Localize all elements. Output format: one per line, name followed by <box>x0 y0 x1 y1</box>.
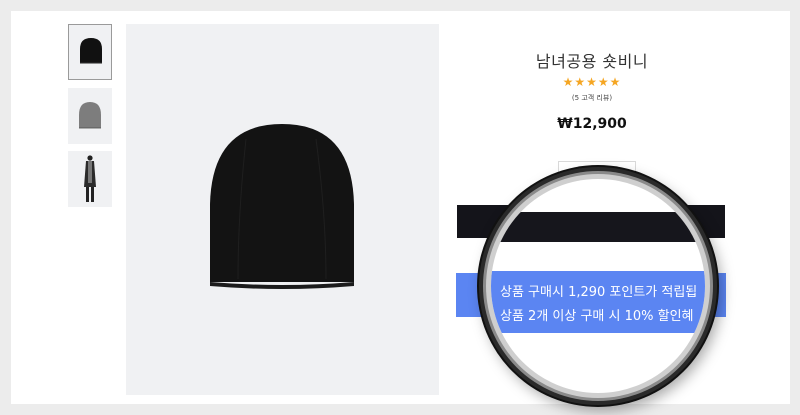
product-title: 남녀공용 숏비니 <box>535 52 649 71</box>
thumbnail-grey-beanie[interactable] <box>68 88 112 144</box>
review-count[interactable]: (5 고객 리뷰) <box>457 93 727 103</box>
main-product-image <box>126 24 439 395</box>
rating-stars: ★★★★★ <box>562 75 622 89</box>
model-wearing-beanie-thumbnail-icon <box>84 155 96 202</box>
promo-points-text: 상품 구매시 1,290 포인트가 적립됩 <box>500 285 698 300</box>
magnified-buy-bar <box>491 212 705 242</box>
promo-discount-text: 상품 2개 이상 구매 시 10% 할인혜 <box>500 309 694 324</box>
black-beanie-thumbnail-icon <box>80 38 102 64</box>
product-page: 남녀공용 숏비니 ★★★★★ (5 고객 리뷰) ₩12,900 − 1 + 장… <box>11 11 790 404</box>
product-price: ₩12,900 <box>557 116 627 132</box>
grey-beanie-thumbnail-icon <box>79 102 101 129</box>
magnified-promo-banner: 상품 구매시 1,290 포인트가 적립됩 상품 2개 이상 구매 시 10% … <box>491 271 705 333</box>
thumbnail-model[interactable] <box>68 151 112 207</box>
magnifier-lens: 상품 구매시 1,290 포인트가 적립됩 상품 2개 이상 구매 시 10% … <box>491 179 705 393</box>
thumbnail-black-beanie[interactable] <box>68 24 112 80</box>
black-beanie-image-icon <box>210 124 354 289</box>
